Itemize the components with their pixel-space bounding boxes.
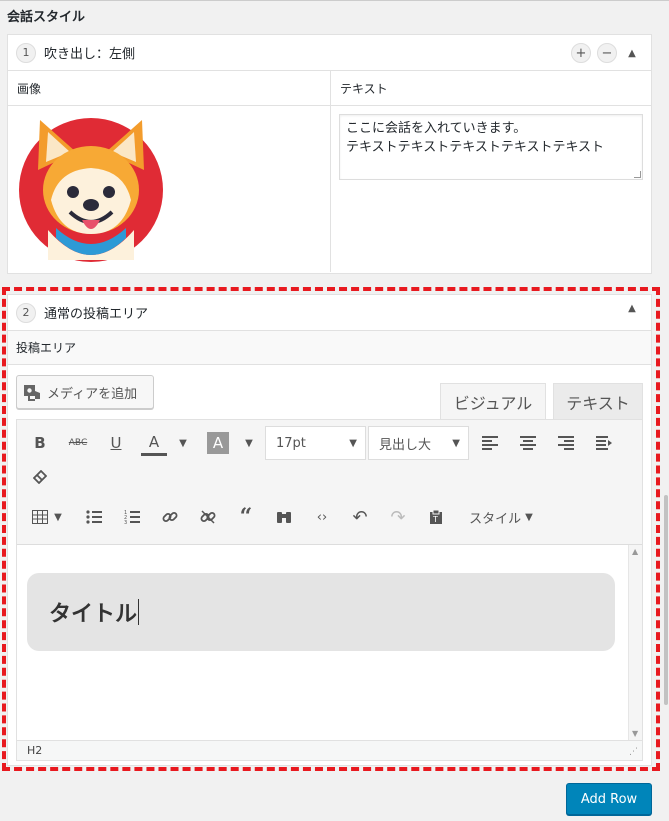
column-header-text: テキスト <box>340 81 388 96</box>
section-title: 会話スタイル <box>7 10 86 25</box>
column-header-image: 画像 <box>8 71 331 105</box>
resize-handle-icon[interactable] <box>634 171 641 178</box>
row-number-badge: 1 <box>16 42 36 63</box>
add-row-button[interactable]: Add Row <box>566 783 652 815</box>
add-row-icon[interactable]: + <box>571 43 591 63</box>
speech-text-field[interactable]: ここに会話を入れていきます。 テキストテキストテキストテキストテキスト <box>339 114 643 180</box>
shiba-dog-avatar-icon <box>19 118 163 262</box>
remove-row-icon[interactable]: − <box>597 43 617 63</box>
row-header[interactable]: 1 吹き出し：左側 + − ▲ <box>8 35 651 71</box>
collapse-arrow-icon[interactable]: ▲ <box>623 48 641 59</box>
highlight-dashed-border <box>2 287 660 771</box>
avatar-image-cell[interactable] <box>8 106 331 272</box>
repeater-row-1: 1 吹き出し：左側 + − ▲ 画像 テキスト ここに会話を入れていきます。 テ… <box>7 34 652 274</box>
top-divider <box>0 0 669 1</box>
page-scrollbar-thumb[interactable] <box>664 495 668 705</box>
row-title: 吹き出し：左側 <box>44 47 136 62</box>
